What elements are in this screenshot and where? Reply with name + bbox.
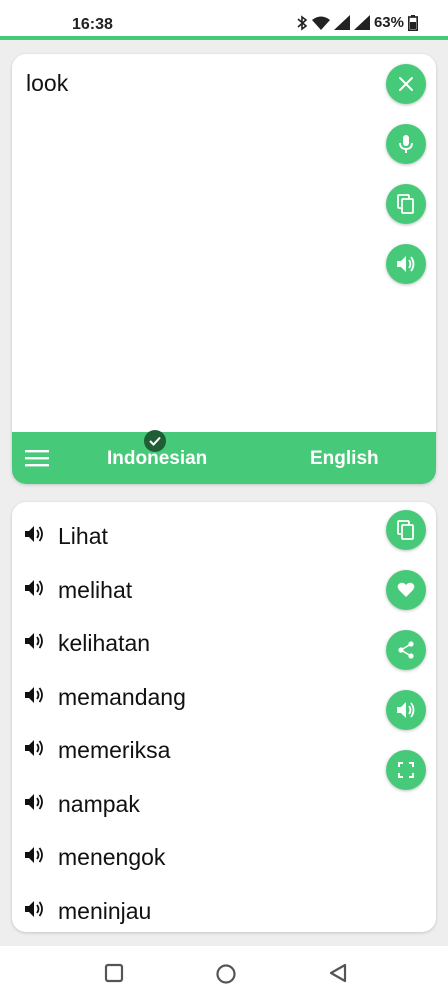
close-icon	[398, 76, 414, 92]
back-triangle-icon[interactable]	[328, 963, 348, 988]
speak-input-button[interactable]	[386, 244, 426, 284]
navigation-bar	[0, 946, 448, 1000]
language-bar: Indonesian English	[12, 432, 436, 484]
speak-result-button[interactable]	[386, 690, 426, 730]
fullscreen-icon	[398, 762, 414, 778]
heart-icon	[397, 582, 415, 598]
result-word: menengok	[58, 844, 166, 871]
speaker-icon[interactable]	[24, 579, 48, 602]
voice-input-button[interactable]	[386, 124, 426, 164]
speaker-icon[interactable]	[24, 632, 48, 655]
list-item[interactable]: memandang	[24, 671, 186, 725]
speaker-icon	[396, 255, 416, 273]
list-item[interactable]: meninjau	[24, 885, 186, 933]
battery-icon	[408, 14, 418, 31]
result-word: melihat	[58, 576, 133, 603]
status-icons: 63%	[296, 14, 418, 31]
result-word: kelihatan	[58, 630, 151, 657]
speaker-icon[interactable]	[24, 793, 48, 816]
input-text[interactable]: look	[26, 70, 68, 97]
result-word: memeriksa	[58, 737, 171, 764]
list-item[interactable]: melihat	[24, 564, 186, 618]
share-icon	[397, 641, 415, 659]
battery-percent: 63%	[373, 14, 404, 31]
result-word: memandang	[58, 683, 186, 710]
list-item[interactable]: memeriksa	[24, 724, 186, 778]
speaker-icon	[396, 701, 416, 719]
speaker-icon[interactable]	[24, 739, 48, 762]
speaker-icon[interactable]	[24, 900, 48, 923]
share-button[interactable]	[386, 630, 426, 670]
menu-icon[interactable]	[25, 449, 49, 472]
clear-button[interactable]	[386, 64, 426, 104]
list-item[interactable]: Lihat	[24, 510, 186, 564]
copy-icon	[397, 194, 415, 214]
speaker-icon[interactable]	[24, 525, 48, 548]
result-word: nampak	[58, 790, 140, 817]
fullscreen-button[interactable]	[386, 750, 426, 790]
home-circle-icon[interactable]	[215, 963, 237, 990]
result-word: meninjau	[58, 897, 152, 924]
results-card: Lihat melihat kelihatan memandang memeri…	[12, 502, 436, 932]
signal-icon	[333, 15, 350, 30]
microphone-icon	[398, 134, 414, 154]
input-card: look Indonesian English	[12, 54, 436, 484]
target-language-button[interactable]: English	[310, 448, 379, 470]
selected-check-icon	[144, 430, 166, 452]
wifi-icon	[311, 16, 330, 30]
status-time: 16:38	[72, 16, 113, 33]
speaker-icon[interactable]	[24, 846, 48, 869]
status-bar: 16:38 63%	[0, 0, 448, 40]
result-word: Lihat	[58, 523, 108, 550]
bluetooth-icon	[296, 14, 308, 31]
list-item[interactable]: menengok	[24, 831, 186, 885]
copy-result-button[interactable]	[386, 510, 426, 550]
list-item[interactable]: nampak	[24, 778, 186, 832]
recents-square-icon[interactable]	[104, 963, 124, 988]
signal-icon-2	[353, 15, 370, 30]
speaker-icon[interactable]	[24, 686, 48, 709]
copy-input-button[interactable]	[386, 184, 426, 224]
list-item[interactable]: kelihatan	[24, 617, 186, 671]
result-list: Lihat melihat kelihatan memandang memeri…	[24, 510, 186, 932]
favorite-button[interactable]	[386, 570, 426, 610]
copy-icon	[397, 520, 415, 540]
